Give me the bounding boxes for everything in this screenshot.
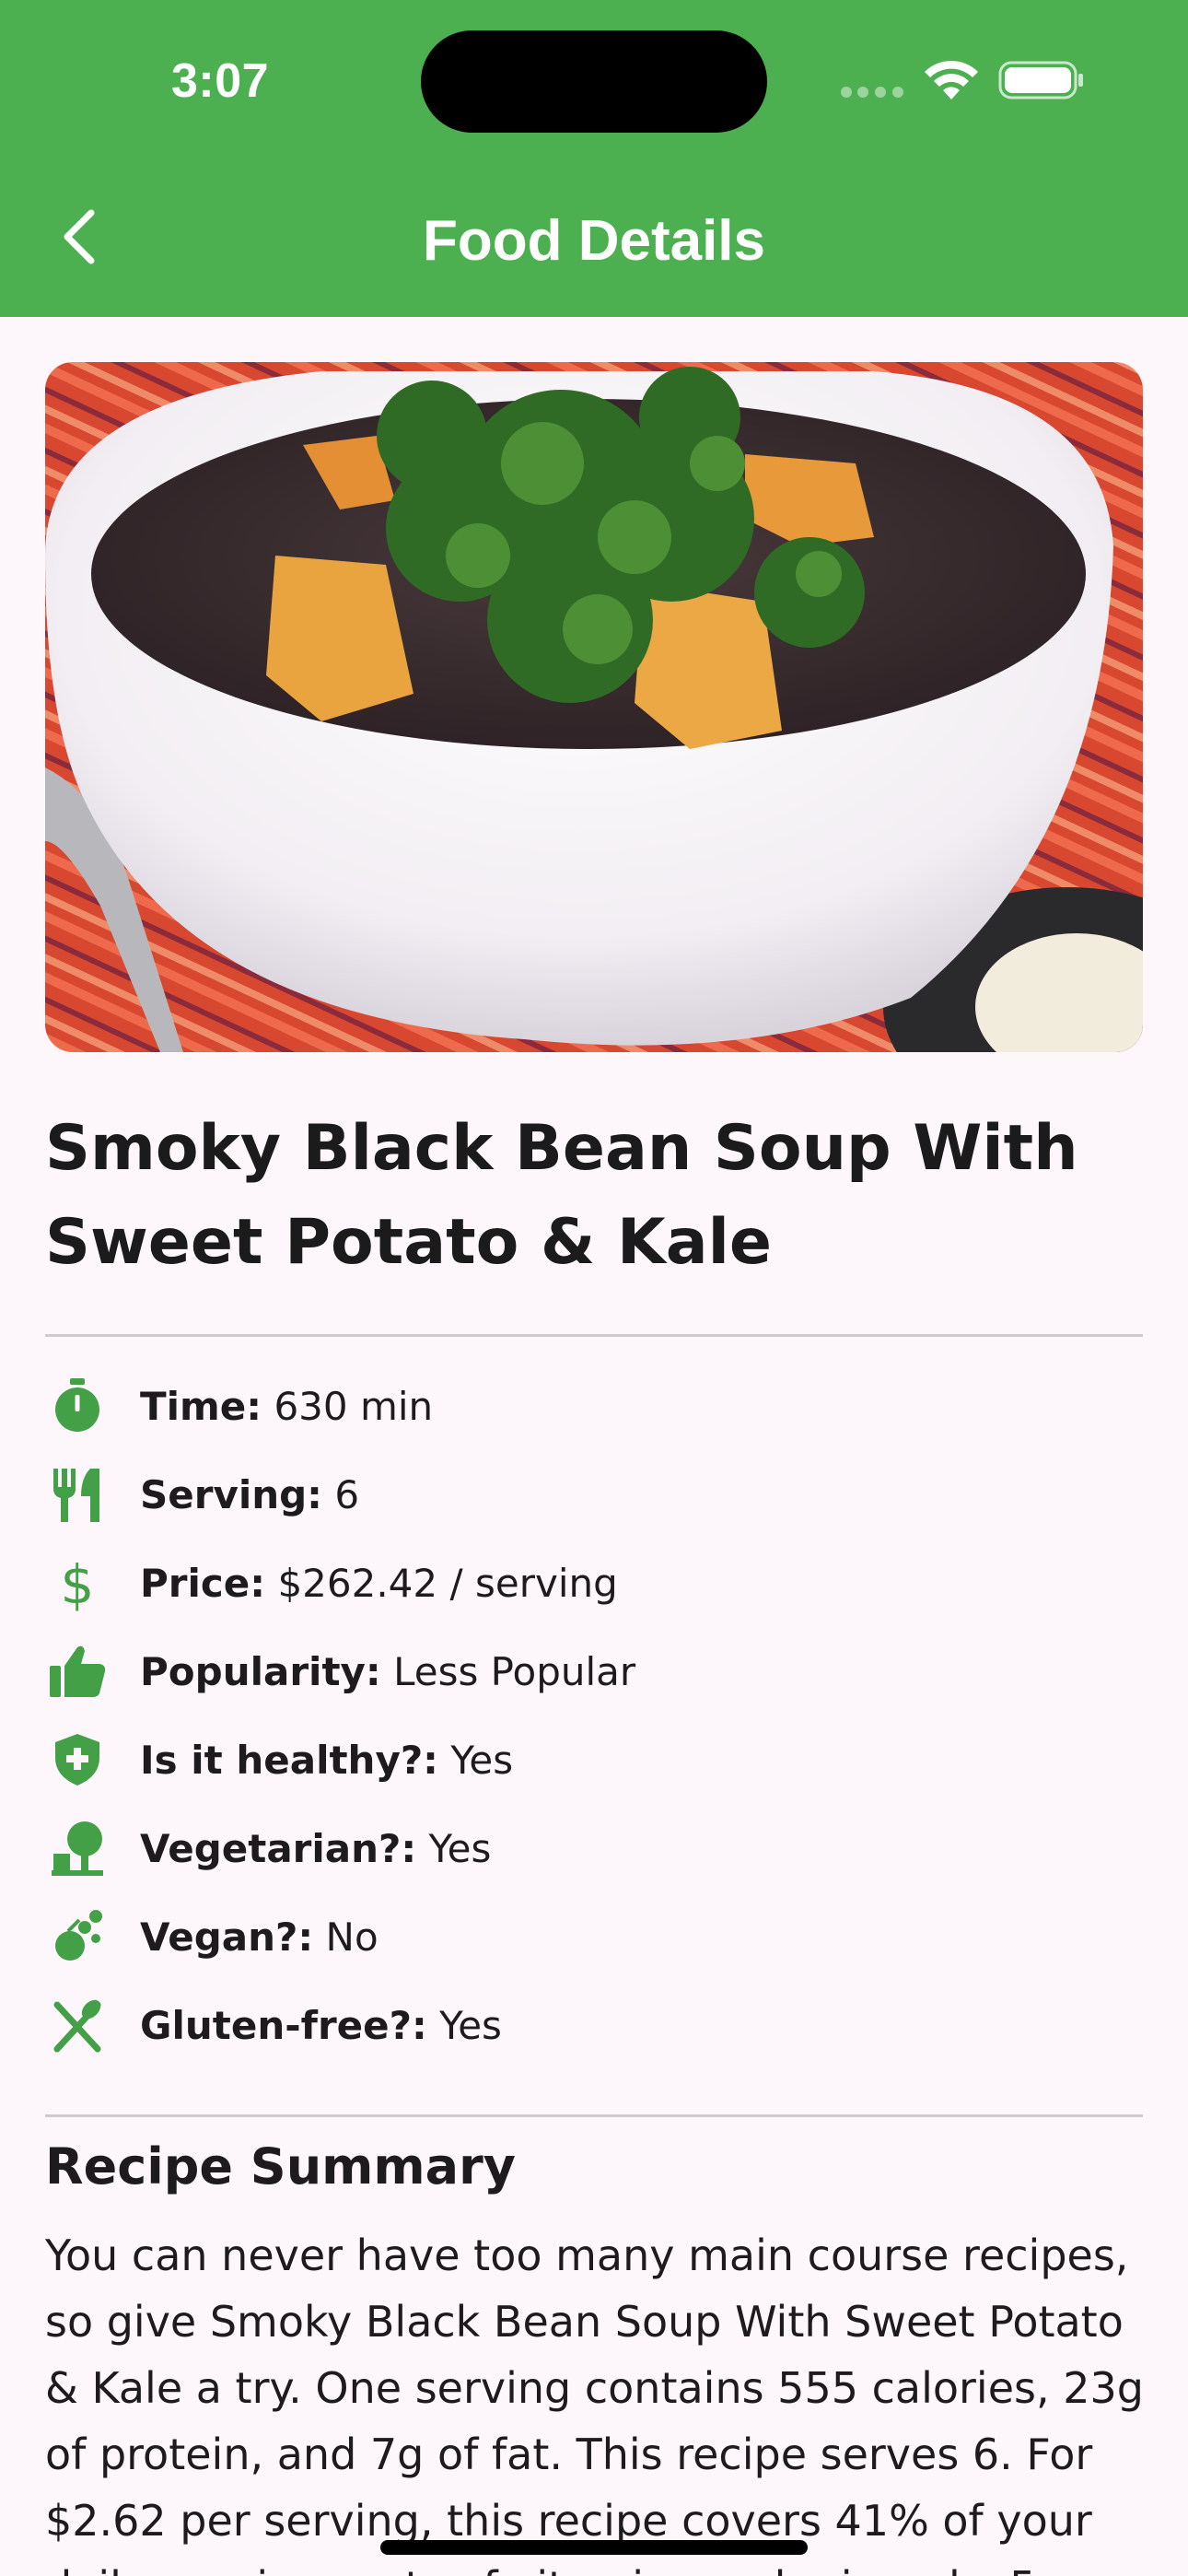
divider xyxy=(45,1334,1143,1337)
detail-row-healthy: Is it healthy?: Yes xyxy=(45,1715,1143,1804)
vegan-icon xyxy=(45,1904,110,1969)
dynamic-island xyxy=(421,30,767,133)
svg-text:$: $ xyxy=(61,1553,95,1612)
summary-text: You can never have too many main course … xyxy=(45,2231,1144,2576)
detail-label: Vegan?: xyxy=(140,1914,314,1960)
detail-row-popularity: Popularity: Less Popular xyxy=(45,1627,1143,1715)
detail-value: 6 xyxy=(334,1471,360,1517)
detail-label: Time: xyxy=(140,1383,262,1429)
food-details-screen: 3:07 Food Details Smoky Black Bean Soup … xyxy=(0,0,1188,2576)
detail-value: Yes xyxy=(439,2002,502,2048)
detail-row-vegan: Vegan?: No xyxy=(45,1892,1143,1981)
dollar-icon: $ xyxy=(45,1551,110,1615)
detail-value: No xyxy=(325,1914,379,1960)
detail-value: $262.42 / serving xyxy=(277,1560,618,1606)
health-shield-icon xyxy=(45,1727,110,1792)
detail-value: 630 min xyxy=(274,1383,434,1429)
wifi-icon xyxy=(925,60,978,100)
divider xyxy=(45,2114,1143,2117)
page-title: Food Details xyxy=(422,209,766,273)
detail-label: Vegetarian?: xyxy=(140,1825,417,1871)
utensils-icon xyxy=(45,1462,110,1527)
cellular-signal-icon xyxy=(841,87,903,98)
nature-tree-icon xyxy=(45,1816,110,1880)
home-indicator[interactable] xyxy=(380,2540,808,2555)
detail-label: Popularity: xyxy=(140,1648,381,1694)
detail-value: Yes xyxy=(450,1737,514,1783)
food-image xyxy=(45,362,1143,1052)
detail-label: Serving: xyxy=(140,1471,322,1517)
timer-icon xyxy=(45,1374,110,1438)
recipe-title: Smoky Black Bean Soup With Sweet Potato … xyxy=(45,1112,1078,1279)
status-time: 3:07 xyxy=(171,54,270,108)
detail-row-serving: Serving: 6 xyxy=(45,1450,1143,1539)
thumb-up-icon xyxy=(45,1639,110,1704)
recipe-details-list: Time: 630 min Serving: 6 $ Price: $262.4… xyxy=(45,1362,1143,2069)
summary-heading: Recipe Summary xyxy=(45,2137,516,2195)
battery-icon xyxy=(998,61,1083,100)
no-gluten-icon xyxy=(45,1993,110,2057)
detail-row-price: $ Price: $262.42 / serving xyxy=(45,1539,1143,1627)
detail-row-time: Time: 630 min xyxy=(45,1362,1143,1450)
detail-row-gluten-free: Gluten-free?: Yes xyxy=(45,1981,1143,2069)
detail-row-vegetarian: Vegetarian?: Yes xyxy=(45,1804,1143,1892)
detail-label: Is it healthy?: xyxy=(140,1737,438,1783)
detail-value: Yes xyxy=(428,1825,492,1871)
detail-value: Less Popular xyxy=(393,1648,636,1694)
detail-label: Gluten-free?: xyxy=(140,2002,427,2048)
detail-label: Price: xyxy=(140,1560,266,1606)
app-bar: 3:07 Food Details xyxy=(0,0,1188,317)
